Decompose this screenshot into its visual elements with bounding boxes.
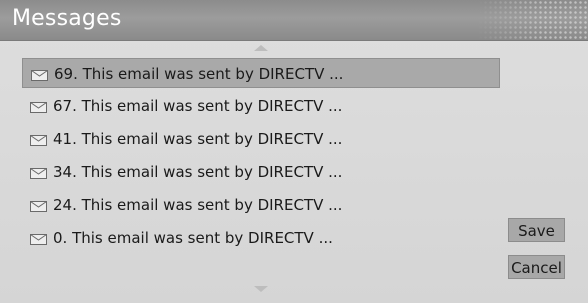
message-item-24[interactable]: 24. This email was sent by DIRECTV ... (22, 190, 500, 220)
messages-screen: Messages 69. This email was sent by DIRE… (0, 0, 588, 303)
message-text: 0. This email was sent by DIRECTV ... (53, 229, 333, 247)
title-bar-pattern (478, 0, 588, 40)
envelope-icon (30, 168, 47, 179)
page-title: Messages (12, 6, 122, 31)
message-item-34[interactable]: 34. This email was sent by DIRECTV ... (22, 157, 500, 187)
message-item-41[interactable]: 41. This email was sent by DIRECTV ... (22, 124, 500, 154)
envelope-icon (30, 234, 47, 245)
message-text: 34. This email was sent by DIRECTV ... (53, 163, 343, 181)
message-text: 41. This email was sent by DIRECTV ... (53, 130, 343, 148)
message-item-67[interactable]: 67. This email was sent by DIRECTV ... (22, 91, 500, 121)
scroll-down-arrow-icon[interactable] (254, 286, 268, 292)
envelope-icon (30, 102, 47, 113)
save-button[interactable]: Save (508, 218, 565, 242)
cancel-button[interactable]: Cancel (508, 255, 565, 279)
envelope-icon (30, 201, 47, 212)
message-text: 24. This email was sent by DIRECTV ... (53, 196, 343, 214)
message-item-69[interactable]: 69. This email was sent by DIRECTV ... (22, 58, 500, 88)
message-text: 69. This email was sent by DIRECTV ... (54, 65, 344, 83)
message-item-0[interactable]: 0. This email was sent by DIRECTV ... (22, 223, 500, 253)
envelope-icon (30, 135, 47, 146)
envelope-icon (31, 70, 48, 81)
message-text: 67. This email was sent by DIRECTV ... (53, 97, 343, 115)
title-bar: Messages (0, 0, 588, 41)
scroll-up-arrow-icon[interactable] (254, 45, 268, 51)
message-list: 69. This email was sent by DIRECTV ... 6… (22, 58, 500, 256)
